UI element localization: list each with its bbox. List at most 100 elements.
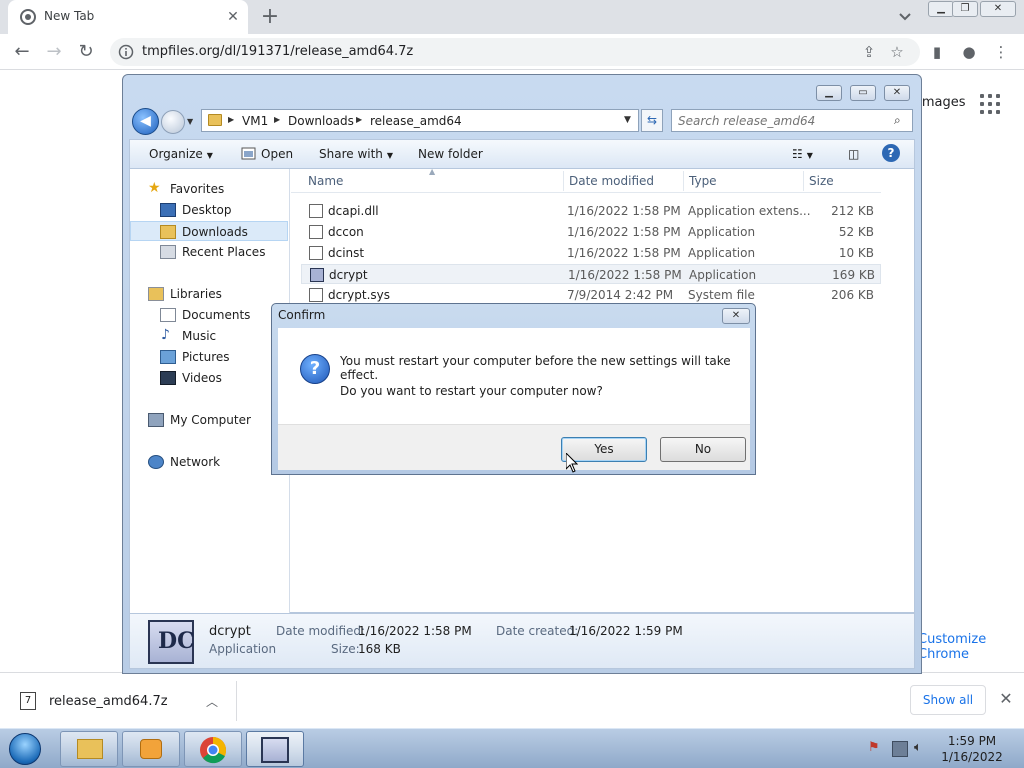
libraries-icon bbox=[148, 287, 164, 301]
search-input[interactable] bbox=[678, 113, 888, 129]
nav-videos[interactable]: Videos bbox=[130, 368, 288, 388]
browser-tab[interactable]: New Tab ✕ bbox=[8, 0, 248, 34]
breadcrumb-release[interactable]: release_amd64 bbox=[370, 114, 462, 128]
nav-libraries[interactable]: Libraries bbox=[130, 284, 288, 304]
nav-network[interactable]: Network bbox=[130, 452, 288, 472]
dialog-title: Confirm bbox=[278, 308, 326, 322]
chrome-favicon-icon bbox=[20, 9, 36, 25]
file-row[interactable]: dcrypt.sys 7/9/2014 2:42 PM System file … bbox=[301, 285, 881, 305]
help-icon[interactable]: ? bbox=[882, 144, 900, 162]
browser-close-button[interactable]: ✕ bbox=[980, 1, 1016, 17]
explorer-search-box[interactable]: ⌕ bbox=[671, 109, 913, 132]
back-button[interactable]: ◀ bbox=[132, 108, 159, 135]
nav-desktop[interactable]: Desktop bbox=[130, 200, 288, 220]
taskbar-chrome-button[interactable] bbox=[184, 731, 242, 767]
chevron-up-icon[interactable]: ︿ bbox=[206, 693, 222, 709]
file-type: Application bbox=[688, 225, 756, 239]
no-button[interactable]: No bbox=[660, 437, 746, 462]
nav-documents[interactable]: Documents bbox=[130, 305, 288, 325]
tab-close-icon[interactable]: ✕ bbox=[224, 8, 242, 26]
dcrypt-app-icon bbox=[310, 268, 324, 282]
file-row-selected[interactable]: dcrypt 1/16/2022 1:58 PM Application 169… bbox=[301, 264, 881, 284]
ntp-images-link[interactable]: Images bbox=[918, 95, 966, 110]
browser-tab-strip: New Tab ✕ + ▁ ❐ ✕ bbox=[0, 0, 1024, 34]
browser-menu-icon[interactable]: ⋮ bbox=[990, 41, 1012, 63]
explorer-maximize-button[interactable]: ▭ bbox=[850, 85, 876, 101]
history-dropdown-icon[interactable]: ▼ bbox=[187, 117, 197, 127]
column-date-modified[interactable]: Date modified bbox=[569, 174, 654, 188]
new-folder-button[interactable]: New folder bbox=[418, 147, 483, 161]
show-all-button[interactable]: Show all bbox=[910, 685, 986, 715]
share-icon[interactable]: ⇪ bbox=[858, 41, 880, 63]
file-row[interactable]: dcinst 1/16/2022 1:58 PM Application 10 … bbox=[301, 243, 881, 263]
browser-toolbar: ← → ↻ tmpfiles.org/dl/191371/release_amd… bbox=[0, 34, 1024, 70]
search-icon[interactable]: ⌕ bbox=[894, 113, 910, 129]
file-name: dcrypt.sys bbox=[328, 288, 390, 302]
dialog-close-button[interactable]: ✕ bbox=[722, 308, 750, 324]
open-button[interactable]: Open bbox=[261, 147, 293, 161]
file-date: 7/9/2014 2:42 PM bbox=[567, 288, 674, 302]
address-bar[interactable]: tmpfiles.org/dl/191371/release_amd64.7z bbox=[110, 38, 920, 66]
organize-button[interactable]: Organize ▼ bbox=[149, 147, 213, 161]
site-info-icon[interactable] bbox=[118, 44, 134, 60]
browser-restore-button[interactable]: ❐ bbox=[952, 1, 978, 17]
column-size[interactable]: Size bbox=[809, 174, 834, 188]
preview-pane-icon[interactable]: ◫ bbox=[848, 147, 859, 161]
nav-favorites[interactable]: ★ Favorites bbox=[130, 179, 288, 199]
close-downloads-icon[interactable]: ✕ bbox=[996, 689, 1016, 709]
breadcrumb-downloads[interactable]: Downloads bbox=[288, 114, 354, 128]
share-with-button[interactable]: Share with ▼ bbox=[319, 147, 393, 161]
volume-icon[interactable]: 🔈︎ bbox=[914, 740, 930, 756]
browser-minimize-button[interactable]: ▁ bbox=[928, 1, 954, 17]
bookmark-star-icon[interactable]: ☆ bbox=[886, 41, 908, 63]
explorer-minimize-button[interactable]: ▁ bbox=[816, 85, 842, 101]
explorer-address-bar[interactable]: ▶ VM1 ▶ Downloads ▶ release_amd64 ▼ bbox=[201, 109, 639, 132]
clock-time: 1:59 PM bbox=[947, 734, 997, 748]
explorer-close-button[interactable]: ✕ bbox=[884, 85, 910, 101]
file-size: 10 KB bbox=[838, 246, 874, 260]
column-name[interactable]: Name bbox=[308, 174, 343, 188]
breadcrumb-arrow-icon[interactable]: ▶ bbox=[356, 115, 362, 124]
download-item[interactable]: 7 release_amd64.7z ︿ bbox=[14, 689, 234, 715]
breadcrumb-arrow-icon[interactable]: ▶ bbox=[274, 115, 280, 124]
nav-label: Desktop bbox=[182, 203, 232, 217]
breadcrumb-vm1[interactable]: VM1 bbox=[242, 114, 268, 128]
mouse-cursor-icon bbox=[566, 453, 578, 473]
taskbar-dcrypt-button[interactable] bbox=[246, 731, 304, 767]
customize-chrome-link[interactable]: Customize Chrome bbox=[918, 632, 1024, 662]
google-apps-icon[interactable] bbox=[980, 94, 1000, 114]
folder-icon bbox=[77, 739, 103, 759]
network-tray-icon[interactable] bbox=[892, 741, 908, 757]
file-size: 169 KB bbox=[832, 268, 875, 282]
forward-button[interactable] bbox=[161, 110, 185, 134]
open-icon bbox=[241, 147, 256, 160]
view-options-icon[interactable]: ☷ ▼ bbox=[792, 147, 813, 161]
nav-downloads[interactable]: Downloads bbox=[130, 221, 288, 241]
column-divider bbox=[563, 171, 564, 191]
nav-pictures[interactable]: Pictures bbox=[130, 347, 288, 367]
file-row[interactable]: dccon 1/16/2022 1:58 PM Application 52 K… bbox=[301, 222, 881, 242]
nav-music[interactable]: ♪ Music bbox=[130, 326, 288, 346]
column-divider bbox=[683, 171, 684, 191]
nav-recent-places[interactable]: Recent Places bbox=[130, 242, 288, 262]
side-panel-icon[interactable]: ▮ bbox=[926, 41, 948, 63]
address-dropdown-icon[interactable]: ▼ bbox=[624, 115, 631, 125]
taskbar-media-player-button[interactable] bbox=[122, 731, 180, 767]
start-button[interactable] bbox=[4, 731, 48, 767]
forward-arrow-icon[interactable]: → bbox=[42, 40, 66, 64]
reload-icon[interactable]: ↻ bbox=[74, 40, 98, 64]
tab-search-chevron-icon[interactable] bbox=[895, 8, 915, 26]
back-arrow-icon[interactable]: ← bbox=[10, 40, 34, 64]
action-center-icon[interactable]: ⚑ bbox=[868, 740, 884, 756]
new-tab-button[interactable]: + bbox=[258, 5, 282, 29]
taskbar-explorer-button[interactable] bbox=[60, 731, 118, 767]
profile-avatar-icon[interactable]: ● bbox=[958, 41, 980, 63]
taskbar-clock[interactable]: 1:59 PM 1/16/2022 bbox=[932, 733, 1012, 765]
details-date-modified-label: Date modified: bbox=[276, 624, 366, 638]
breadcrumb-arrow-icon[interactable]: ▶ bbox=[228, 115, 234, 124]
details-date-created-label: Date created: bbox=[496, 624, 579, 638]
file-row[interactable]: dcapi.dll 1/16/2022 1:58 PM Application … bbox=[301, 201, 881, 221]
refresh-icon[interactable]: ⇆ bbox=[641, 109, 663, 132]
nav-my-computer[interactable]: My Computer bbox=[130, 410, 288, 430]
column-type[interactable]: Type bbox=[689, 174, 717, 188]
